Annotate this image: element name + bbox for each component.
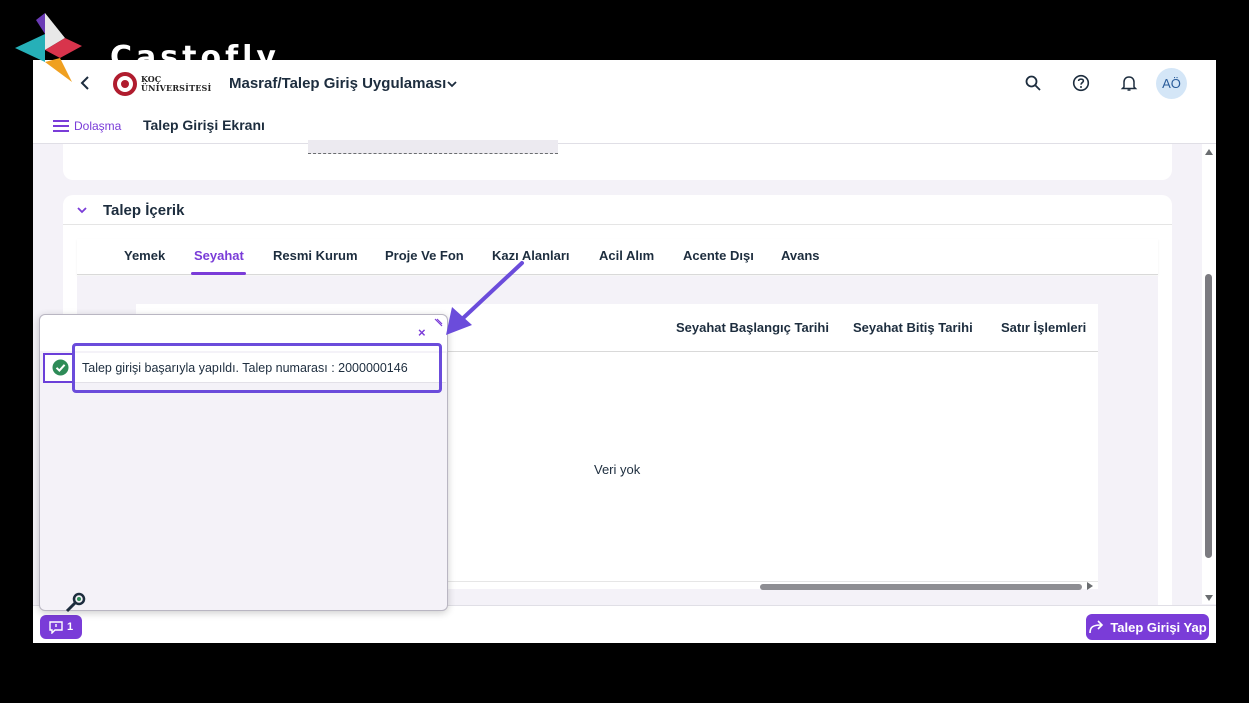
message-count: 1 [66,621,74,633]
tab-seyahat[interactable]: Seyahat [194,248,244,263]
empty-table-text: Veri yok [594,462,641,477]
column-header-bitis[interactable]: Seyahat Bitiş Tarihi [853,320,973,335]
tab-acente-disi[interactable]: Acente Dışı [683,248,754,263]
navigation-label: Dolaşma [74,119,122,133]
horizontal-scroll-thumb[interactable] [760,584,1082,590]
bell-icon[interactable] [1120,74,1138,92]
user-avatar[interactable]: AÖ [1156,68,1187,99]
section-header[interactable]: Talep İçerik [63,195,1172,225]
tab-avans[interactable]: Avans [781,248,820,263]
castofly-logo-icon [15,13,82,82]
highlight-annotation-box [72,343,442,393]
submit-request-label: Talep Girişi Yap [1110,619,1207,635]
collapse-chevron-icon[interactable] [75,203,89,217]
tab-bar: Yemek Seyahat Resmi Kurum Proje Ve Fon K… [77,239,1158,275]
page-title: Talep Girişi Ekranı [143,117,265,133]
vertical-scrollbar[interactable] [1202,144,1216,604]
tab-acil-alim[interactable]: Acil Alım [599,248,654,263]
previous-section-card [63,140,1172,180]
navigation-toggle[interactable]: Dolaşma [53,117,121,135]
chevron-down-icon[interactable] [445,77,459,91]
submit-request-button[interactable]: Talep Girişi Yap [1086,614,1209,640]
message-popover-button[interactable]: 1 [40,615,82,639]
vertical-scroll-thumb[interactable] [1205,274,1212,558]
help-icon[interactable] [1072,74,1090,92]
column-header-baslangic[interactable]: Seyahat Başlangıç Tarihi [676,320,829,335]
castofly-watermark: Castofly [10,10,290,85]
annotation-arrow-icon [446,261,524,335]
castofly-wordmark: Castofly [110,40,280,75]
forward-arrow-icon [1089,620,1104,634]
hamburger-icon [53,120,69,132]
scroll-up-icon[interactable] [1205,148,1213,156]
search-icon[interactable] [1024,74,1042,92]
success-check-icon [52,359,69,376]
tab-yemek[interactable]: Yemek [124,248,165,263]
tab-resmi-kurum[interactable]: Resmi Kurum [273,248,358,263]
scroll-right-icon[interactable] [1086,582,1094,590]
message-icon [49,620,63,634]
screen-frame: Castofly KOÇ ÜNİVERSİTESİ Masraf/Talep G… [0,0,1249,703]
section-title: Talep İçerik [103,202,185,219]
column-header-satir-islemleri[interactable]: Satır İşlemleri [1001,320,1086,335]
active-tab-indicator [191,272,246,275]
page-header: Dolaşma Talep Girişi Ekranı [33,106,1216,144]
previous-field-value [308,140,558,154]
scroll-down-icon[interactable] [1205,594,1213,602]
popover-close-button[interactable]: × [418,325,426,340]
pin-icon [65,592,86,613]
